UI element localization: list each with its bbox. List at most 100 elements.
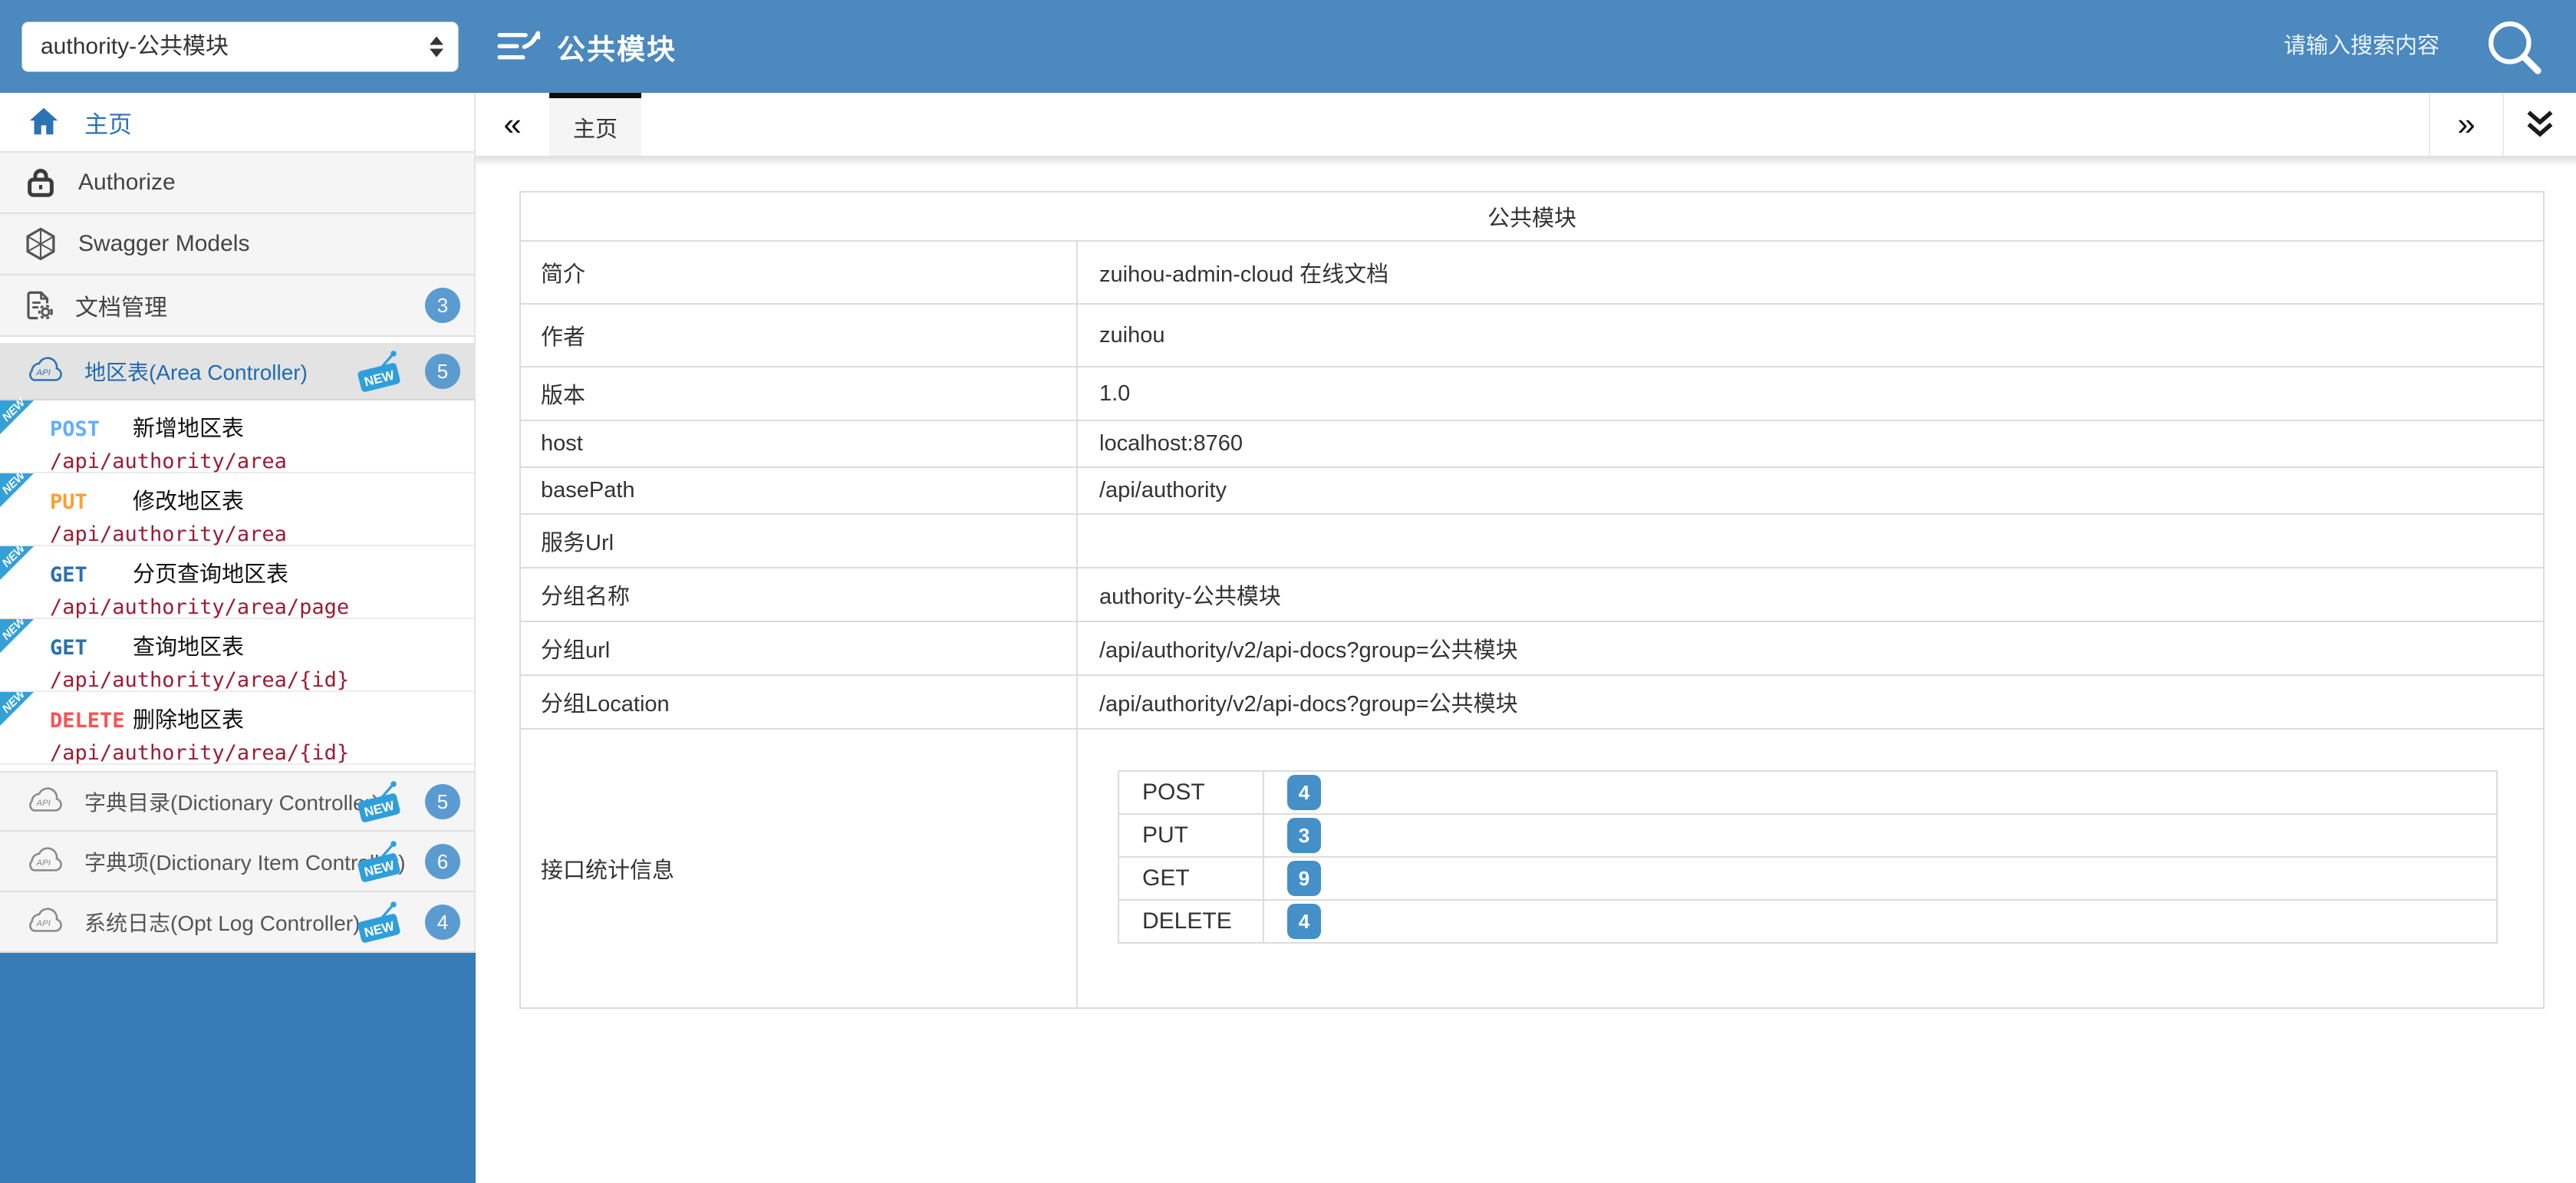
- info-value: zuihou: [1077, 304, 2544, 367]
- group-select[interactable]: authority-公共模块: [21, 21, 459, 72]
- models-icon: [23, 226, 58, 262]
- sidebar-item-doc-manage[interactable]: 文档管理 3: [0, 275, 476, 337]
- stats-method: POST: [1118, 771, 1263, 814]
- api-item-post-area[interactable]: NEW POST 新增地区表 /api/authority/area: [0, 400, 474, 473]
- new-ribbon-icon: NEW: [356, 780, 407, 823]
- cloud-api-icon: API: [23, 908, 66, 937]
- method-badge: GET: [50, 563, 133, 587]
- cloud-api-icon: API: [23, 847, 66, 876]
- sidebar-footer: [0, 953, 476, 1183]
- api-item-get-area-page[interactable]: NEW GET 分页查询地区表 /api/authority/area/page: [0, 546, 474, 619]
- api-list: NEW POST 新增地区表 /api/authority/area NEW P…: [0, 400, 476, 765]
- method-badge: POST: [50, 417, 133, 441]
- info-value: 1.0: [1077, 367, 2544, 420]
- page-title: 公共模块: [557, 26, 677, 68]
- info-value: localhost:8760: [1077, 420, 2544, 467]
- api-name: 修改地区表: [133, 483, 244, 516]
- sidebar-gap: [0, 337, 476, 343]
- info-label: 服务Url: [520, 514, 1077, 568]
- api-name: 查询地区表: [133, 629, 244, 661]
- new-ribbon-icon: NEW: [356, 840, 407, 883]
- stats-cell: POST 4 PUT 3 GET 9: [1077, 729, 2544, 1008]
- doc-panel: 公共模块 简介 zuihou-admin-cloud 在线文档 作者 zuiho…: [476, 166, 2576, 1009]
- collapse-all-icon[interactable]: [2502, 93, 2576, 156]
- controller-optlog-count-badge: 4: [425, 905, 460, 940]
- stats-count-badge: 9: [1287, 861, 1321, 896]
- info-label: 分组url: [520, 621, 1077, 675]
- tab-home[interactable]: 主页: [549, 93, 641, 156]
- api-path: /api/authority/area/{id}: [50, 741, 474, 765]
- api-path: /api/authority/area/page: [50, 595, 474, 619]
- tab-strip-spacer: [641, 93, 2429, 156]
- method-badge: GET: [50, 636, 133, 660]
- api-item-put-area[interactable]: NEW PUT 修改地区表 /api/authority/area: [0, 473, 474, 546]
- api-item-get-area-id[interactable]: NEW GET 查询地区表 /api/authority/area/{id}: [0, 619, 474, 692]
- info-label: 简介: [520, 241, 1077, 304]
- info-value: /api/authority: [1077, 467, 2544, 514]
- sidebar-gap: [0, 765, 476, 771]
- api-path: /api/authority/area: [50, 522, 474, 546]
- info-label: 分组Location: [520, 675, 1077, 729]
- method-badge: PUT: [50, 490, 133, 514]
- search-input[interactable]: [2163, 34, 2439, 59]
- info-value: zuihou-admin-cloud 在线文档: [1077, 241, 2544, 304]
- info-value: /api/authority/v2/api-docs?group=公共模块: [1077, 621, 2544, 675]
- controller-dictionary-label: 字典目录(Dictionary Controller): [84, 786, 379, 817]
- main-area: 主页 Authorize Swagger Models: [0, 93, 2576, 1183]
- api-name: 新增地区表: [133, 410, 244, 443]
- new-ribbon-icon: NEW: [356, 350, 407, 393]
- top-header: authority-公共模块 公共模块: [0, 0, 2576, 93]
- sidebar-controller-area[interactable]: API 地区表(Area Controller) NEW 5: [0, 343, 476, 400]
- api-path: /api/authority/area: [50, 450, 474, 473]
- svg-text:API: API: [36, 368, 51, 377]
- info-label: basePath: [520, 467, 1077, 514]
- method-badge: DELETE: [50, 709, 133, 733]
- interface-stats-table: POST 4 PUT 3 GET 9: [1118, 770, 2498, 944]
- api-name: 分页查询地区表: [133, 556, 288, 588]
- module-info-table: 公共模块 简介 zuihou-admin-cloud 在线文档 作者 zuiho…: [519, 191, 2545, 1009]
- info-value: /api/authority/v2/api-docs?group=公共模块: [1077, 675, 2544, 729]
- api-path: /api/authority/area/{id}: [50, 668, 474, 692]
- doc-gear-icon: [23, 288, 55, 323]
- group-select-wrap: authority-公共模块: [21, 21, 459, 72]
- new-corner-icon: NEW: [0, 692, 34, 726]
- search-icon[interactable]: [2484, 17, 2544, 77]
- new-corner-icon: NEW: [0, 400, 34, 434]
- info-label: 作者: [520, 304, 1077, 367]
- search-box: [2163, 17, 2544, 77]
- cloud-api-icon: API: [23, 787, 66, 816]
- controller-dictionary-item-count-badge: 6: [425, 844, 460, 879]
- new-corner-icon: NEW: [0, 619, 34, 653]
- info-label: 分组名称: [520, 568, 1077, 621]
- doc-manage-count-badge: 3: [425, 288, 460, 323]
- info-label: host: [520, 420, 1077, 467]
- stats-count-badge: 3: [1287, 818, 1321, 853]
- controller-optlog-label: 系统日志(Opt Log Controller): [84, 907, 360, 938]
- sidebar-item-swagger-models[interactable]: Swagger Models: [0, 214, 476, 275]
- home-icon: [26, 104, 61, 140]
- sidebar-home-label: 主页: [84, 105, 132, 140]
- sidebar-controller-optlog[interactable]: API 系统日志(Opt Log Controller) NEW 4: [0, 892, 476, 953]
- sidebar-models-label: Swagger Models: [78, 231, 249, 257]
- stats-label: 接口统计信息: [520, 729, 1077, 1008]
- svg-text:API: API: [36, 919, 51, 928]
- info-value: authority-公共模块: [1077, 568, 2544, 621]
- api-item-delete-area[interactable]: NEW DELETE 删除地区表 /api/authority/area/{id…: [0, 692, 474, 765]
- cloud-api-icon: API: [23, 357, 66, 386]
- sidebar-item-authorize[interactable]: Authorize: [0, 153, 476, 214]
- api-name: 删除地区表: [133, 702, 244, 734]
- tab-strip-shadow: [476, 156, 2576, 166]
- tabs-scroll-right-icon[interactable]: »: [2429, 93, 2502, 156]
- controller-area-label: 地区表(Area Controller): [84, 356, 308, 387]
- sidebar: 主页 Authorize Swagger Models: [0, 93, 476, 1183]
- sidebar-item-home[interactable]: 主页: [0, 93, 476, 153]
- sidebar-controller-dictionary-item[interactable]: API 字典项(Dictionary Item Controller) NEW …: [0, 832, 476, 892]
- info-label: 版本: [520, 367, 1077, 420]
- svg-text:API: API: [36, 799, 51, 808]
- lock-icon: [23, 165, 58, 200]
- sidebar-controller-dictionary[interactable]: API 字典目录(Dictionary Controller) NEW 5: [0, 771, 476, 832]
- module-info-title: 公共模块: [520, 192, 2544, 241]
- tabs-scroll-left-icon[interactable]: «: [476, 93, 549, 156]
- tab-strip: « 主页 »: [476, 93, 2576, 156]
- new-corner-icon: NEW: [0, 546, 34, 580]
